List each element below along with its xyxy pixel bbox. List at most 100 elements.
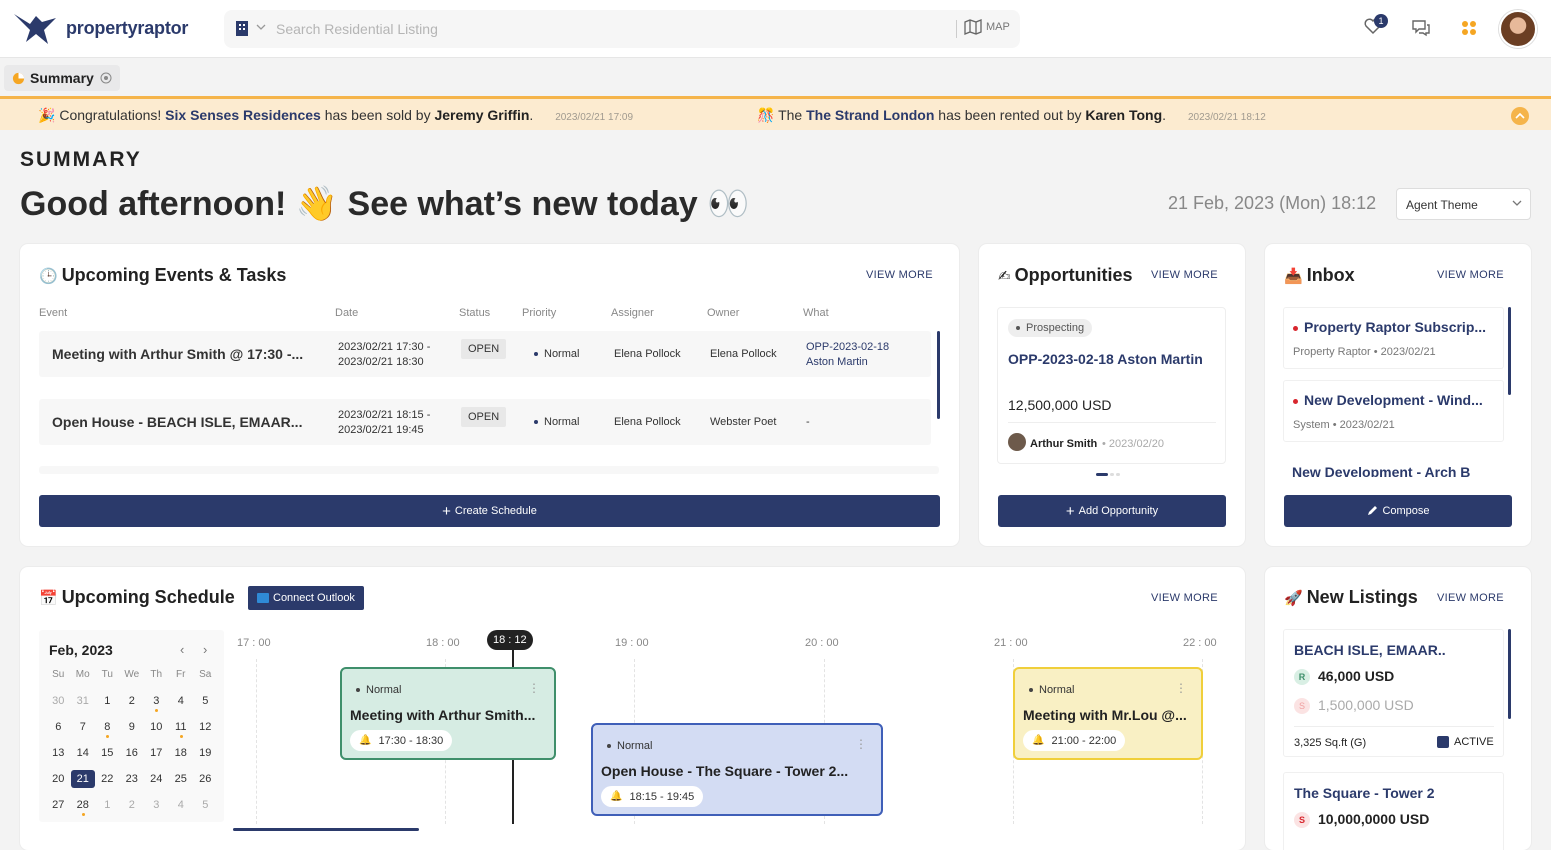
table-row[interactable]: Meeting with Arthur Smith @ 17:30 -... 2… [39,331,931,377]
inbox-message-partial[interactable]: New Development - Arch B [1283,453,1504,477]
what-link[interactable]: Aston Martin [806,356,868,368]
calendar-day[interactable]: 21 [70,770,95,788]
table-row[interactable]: Open House - BEACH ISLE, EMAAR... 2023/0… [39,399,931,445]
weekday-label: Tu [101,669,113,680]
theme-select[interactable]: Agent Theme [1396,188,1531,220]
calendar-day[interactable]: 24 [144,770,169,788]
property-link[interactable]: The Strand London [806,107,934,123]
calendar-day[interactable]: 18 [169,744,194,762]
vertical-scrollbar[interactable] [1508,307,1511,395]
column-header[interactable]: Date [335,307,358,319]
calendar-day[interactable]: 5 [193,692,218,710]
calendar-day[interactable]: 8 [95,718,120,738]
inbox-message[interactable]: Property Raptor Subscrip... Property Rap… [1283,307,1504,369]
chevron-down-icon[interactable] [256,23,266,31]
calendar-day[interactable]: 3 [144,796,169,814]
map-button[interactable]: MAP [964,19,1010,35]
calendar-day[interactable]: 4 [169,796,194,814]
next-month-icon[interactable]: › [203,642,207,657]
card-title: 🕒 Upcoming Events & Tasks [39,265,286,286]
schedule-event[interactable]: Normal ⋮ Meeting with Mr.Lou @... 🔔 21:00… [1013,667,1203,760]
calendar-day[interactable]: 12 [193,718,218,736]
calendar-day[interactable]: 28 [71,796,96,816]
listing-card[interactable]: The Square - Tower 2 S 10,000,0000 USD [1283,772,1504,850]
chat-icon[interactable] [1411,18,1431,38]
view-more-link[interactable]: VIEW MORE [1437,269,1504,281]
calendar-day[interactable]: 4 [169,692,194,710]
property-link[interactable]: Six Senses Residences [165,107,321,123]
vertical-scrollbar[interactable] [1508,629,1511,719]
tab-summary[interactable]: Summary [4,65,120,91]
more-options-icon[interactable]: ⋮ [855,737,867,751]
calendar-day[interactable]: 1 [95,796,120,814]
calendar-day[interactable]: 31 [71,692,96,710]
calendar-day[interactable]: 20 [46,770,71,788]
column-header[interactable]: Status [459,307,490,319]
calendar-day[interactable]: 2 [120,796,145,814]
more-options-icon[interactable]: ⋮ [528,681,540,695]
horizontal-scrollbar[interactable] [233,828,419,831]
calendar-day[interactable]: 25 [169,770,194,788]
more-options-icon[interactable]: ⋮ [1175,681,1187,695]
collapse-button[interactable] [1511,107,1529,125]
calendar-day[interactable]: 22 [95,770,120,788]
calendar-day[interactable]: 26 [193,770,218,788]
view-more-link[interactable]: VIEW MORE [866,269,933,281]
carousel-dot[interactable] [1116,473,1120,476]
view-more-link[interactable]: VIEW MORE [1437,592,1504,604]
calendar-day[interactable]: 14 [71,744,96,762]
calendar-day[interactable]: 1 [95,692,120,710]
view-more-link[interactable]: VIEW MORE [1151,592,1218,604]
calendar-day[interactable]: 13 [46,744,71,762]
button-label: Compose [1382,505,1430,517]
add-opportunity-button[interactable]: + Add Opportunity [998,495,1226,527]
opportunity-card[interactable]: Prospecting OPP-2023-02-18 Aston Martin … [997,307,1226,464]
calendar-day[interactable]: 5 [193,796,218,814]
connect-outlook-button[interactable]: Connect Outlook [248,586,364,610]
sale-badge: S [1294,812,1310,829]
inbox-message[interactable]: New Development - Wind... System • 2023/… [1283,380,1504,442]
calendar-day[interactable]: 6 [46,718,71,736]
view-more-link[interactable]: VIEW MORE [1151,269,1218,281]
owner: Elena Pollock [710,348,777,360]
column-header[interactable]: Event [39,307,67,319]
agent-name: Jeremy Griffin [434,107,530,123]
calendar-day[interactable]: 7 [71,718,96,736]
weekday-label: Th [150,669,163,680]
prev-month-icon[interactable]: ‹ [180,642,184,657]
calendar-day[interactable]: 15 [95,744,120,762]
calendar-day[interactable]: 30 [46,692,71,710]
listing-card[interactable]: BEACH ISLE, EMAAR.. R 46,000 USD S 1,500,0… [1283,629,1504,757]
calendar-day[interactable]: 19 [193,744,218,762]
opportunity-name[interactable]: OPP-2023-02-18 Aston Martin [1008,350,1208,368]
column-header[interactable]: What [803,307,829,319]
compose-button[interactable]: Compose [1284,495,1512,527]
what-link[interactable]: OPP-2023-02-18 [806,341,889,353]
column-header[interactable]: Assigner [611,307,654,319]
create-schedule-button[interactable]: + Create Schedule [39,495,940,527]
vertical-scrollbar[interactable] [937,331,940,419]
calendar-day[interactable]: 3 [144,692,169,712]
user-avatar[interactable] [1499,10,1537,48]
carousel-dot[interactable] [1110,473,1114,476]
calendar-day[interactable]: 17 [144,744,169,762]
calendar-day[interactable]: 27 [46,796,71,814]
calendar-day[interactable]: 11 [169,718,194,738]
banner-timestamp: 2023/02/21 18:12 [1187,112,1266,123]
column-header[interactable]: Priority [522,307,556,319]
apps-grid-icon[interactable] [1461,20,1477,36]
calendar-day[interactable]: 10 [144,718,169,736]
column-header[interactable]: Owner [707,307,739,319]
building-icon[interactable] [234,19,250,37]
calendar-day[interactable]: 9 [120,718,145,736]
close-circle-icon[interactable] [100,72,112,84]
logo[interactable]: propertyraptor [12,8,188,48]
schedule-event[interactable]: Normal ⋮ Meeting with Arthur Smith... 🔔 1… [340,667,556,760]
search-input[interactable] [276,16,936,42]
schedule-event[interactable]: Normal ⋮ Open House - The Square - Tower… [591,723,883,816]
carousel-dot-active[interactable] [1096,473,1108,476]
message-date: 2023/02/21 [1339,419,1395,431]
calendar-day[interactable]: 2 [120,692,145,710]
calendar-day[interactable]: 16 [120,744,145,762]
calendar-day[interactable]: 23 [120,770,145,788]
